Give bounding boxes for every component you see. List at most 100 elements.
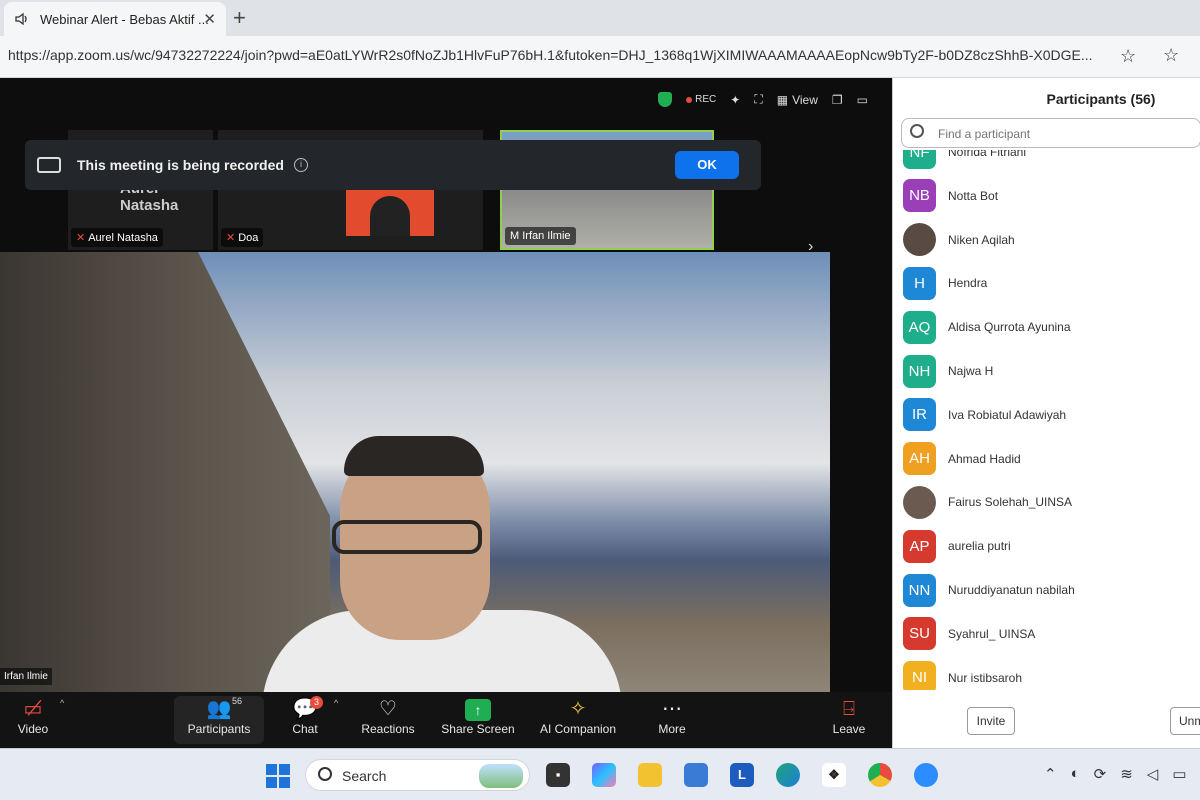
- edge-icon[interactable]: [776, 763, 800, 787]
- tray-app-icon[interactable]: ◐: [1071, 765, 1080, 783]
- participant-avatar: [903, 485, 936, 519]
- participant-avatar: NF: [903, 150, 936, 169]
- bookmark-star-icon[interactable]: ☆: [1120, 46, 1136, 67]
- participant-row[interactable]: NH Najwa H: [903, 351, 1193, 391]
- participant-row[interactable]: IR Iva Robiatul Adawiyah: [903, 395, 1193, 435]
- participants-count: 56: [232, 696, 243, 706]
- thumbnail-name-tag: ✕ Aurel Natasha: [71, 228, 163, 247]
- participant-row[interactable]: NN Nuruddiyanatun nabilah: [903, 570, 1193, 610]
- speaker-figure: [262, 436, 622, 692]
- participant-name: Nur istibsaroh: [948, 670, 1023, 685]
- app-l-icon[interactable]: L: [730, 763, 754, 787]
- participant-row[interactable]: H Hendra: [903, 263, 1193, 303]
- participant-name: Najwa H: [948, 364, 994, 378]
- address-bar: https://app.zoom.us/wc/94732272224/join?…: [0, 36, 1200, 78]
- participants-panel: Participants (56) NF Nofrida Fitriani NB No…: [892, 78, 1200, 748]
- battery-icon[interactable]: ▭: [1172, 765, 1186, 783]
- participant-list: NF Nofrida Fitriani NB Notta Bot Niken Aqila…: [893, 150, 1200, 690]
- favorites-icon[interactable]: ☆: [1163, 45, 1179, 66]
- reactions-button[interactable]: ♡ Reactions: [343, 696, 433, 744]
- thumbnail-name: Doa: [238, 232, 259, 244]
- ok-button[interactable]: OK: [675, 151, 739, 179]
- leave-button[interactable]: ⍈ Leave: [804, 696, 894, 744]
- main-speaker-name-tag: Irfan Ilmie: [0, 668, 52, 685]
- participants-label: Participants: [187, 722, 251, 736]
- participant-name: Niken Aqilah: [948, 232, 1015, 247]
- heart-icon: ♡: [379, 698, 397, 720]
- participant-name: Iva Robiatul Adawiyah: [948, 407, 1067, 422]
- participant-search-input[interactable]: [938, 124, 1188, 144]
- windows-start-icon[interactable]: [266, 764, 290, 788]
- participant-search[interactable]: [901, 118, 1200, 148]
- tray-chevron-icon[interactable]: ⌃: [1044, 765, 1057, 783]
- invite-button[interactable]: Invite: [967, 707, 1015, 735]
- copilot-icon[interactable]: [592, 763, 616, 787]
- unmute-me-button[interactable]: Unmute Me: [1170, 707, 1200, 735]
- fullscreen-icon[interactable]: ⛶: [754, 92, 762, 107]
- participant-row[interactable]: NB Notta Bot: [903, 176, 1193, 216]
- participant-name: Hendra: [948, 276, 988, 291]
- ai-companion-label: AI Companion: [539, 722, 617, 736]
- video-button[interactable]: ▭̸ Video ^: [0, 696, 78, 744]
- leave-label: Leave: [832, 722, 866, 736]
- minimize-icon[interactable]: ▭: [857, 93, 868, 107]
- participant-row[interactable]: AQ Aldisa Qurrota Ayunina: [903, 307, 1193, 347]
- participant-avatar: NH: [903, 354, 936, 388]
- popout-icon[interactable]: ❐: [832, 93, 843, 107]
- recording-banner: This meeting is being recorded i OK: [25, 140, 761, 190]
- sparkle-icon[interactable]: ✦: [730, 93, 740, 107]
- participant-avatar: NB: [903, 179, 936, 213]
- record-dot-icon: [686, 96, 693, 103]
- ai-companion-button[interactable]: ✧ AI Companion: [533, 696, 623, 744]
- rec-label: REC: [695, 94, 717, 105]
- participant-row[interactable]: Fairus Solehah_UINSA: [903, 482, 1193, 522]
- file-explorer-icon[interactable]: [638, 763, 662, 787]
- participants-button[interactable]: 👥 Participants 56: [174, 696, 264, 744]
- participant-row[interactable]: AP aurelia putri: [903, 526, 1193, 566]
- zoom-app-icon[interactable]: [914, 763, 938, 787]
- search-icon: [910, 124, 924, 138]
- participant-avatar: [903, 223, 936, 257]
- participant-avatar: AQ: [903, 310, 936, 344]
- tab-title: Webinar Alert - Bebas Aktif ...: [40, 11, 208, 27]
- chat-label: Chat: [292, 722, 318, 736]
- browser-tab-bar: Webinar Alert - Bebas Aktif ... ✕ +: [0, 0, 1200, 36]
- browser-tab[interactable]: Webinar Alert - Bebas Aktif ... ✕: [4, 2, 226, 36]
- participant-row[interactable]: NF Nofrida Fitriani: [903, 150, 1193, 172]
- participant-row[interactable]: AH Ahmad Hadid: [903, 439, 1193, 479]
- wifi-icon[interactable]: ≋: [1120, 765, 1133, 783]
- share-screen-button[interactable]: ↑ Share Screen: [433, 696, 523, 744]
- ai-sparkle-icon: ✧: [569, 698, 587, 720]
- volume-icon[interactable]: ◁: [1147, 765, 1159, 783]
- participant-avatar: AP: [903, 529, 936, 563]
- info-icon[interactable]: i: [293, 158, 308, 172]
- participant-name: Ahmad Hadid: [948, 451, 1021, 466]
- tab-close-icon[interactable]: ✕: [203, 10, 216, 28]
- tray-sync-icon[interactable]: ⟳: [1094, 765, 1107, 783]
- chat-options-caret-icon[interactable]: ^: [334, 698, 338, 708]
- video-options-caret-icon[interactable]: ^: [60, 698, 64, 708]
- new-tab-icon[interactable]: +: [233, 5, 246, 31]
- mic-muted-icon: ✕: [226, 232, 236, 244]
- chrome-icon[interactable]: [868, 763, 892, 787]
- taskbar-search[interactable]: Search: [305, 759, 530, 791]
- reactions-label: Reactions: [361, 722, 415, 736]
- task-view-icon[interactable]: ▪: [546, 763, 570, 787]
- participant-row[interactable]: Niken Aqilah: [903, 220, 1193, 260]
- participant-row[interactable]: NI Nur istibsaroh: [903, 658, 1193, 690]
- chat-button[interactable]: 💬 Chat 3 ^: [260, 696, 350, 744]
- more-button[interactable]: ⋯ More: [627, 696, 717, 744]
- thumbnail-name: M Irfan Ilmie: [510, 230, 571, 242]
- view-button[interactable]: ▦ View: [777, 93, 818, 107]
- url-field[interactable]: https://app.zoom.us/wc/94732272224/join?…: [8, 47, 1108, 63]
- main-video: [0, 252, 830, 692]
- store-icon[interactable]: [684, 763, 708, 787]
- dropbox-icon[interactable]: ❖: [822, 763, 846, 787]
- participant-avatar: H: [903, 266, 936, 300]
- participant-row[interactable]: SU Syahrul_ UINSA: [903, 614, 1193, 654]
- participants-icon: 👥: [206, 698, 232, 720]
- recording-indicator: REC: [686, 94, 716, 105]
- participant-avatar: AH: [903, 442, 936, 476]
- meeting-toolbar: ▭̸ Video ^ 👥 Participants 56 💬 Chat 3 ^ …: [0, 692, 892, 748]
- security-shield-icon[interactable]: [658, 92, 673, 107]
